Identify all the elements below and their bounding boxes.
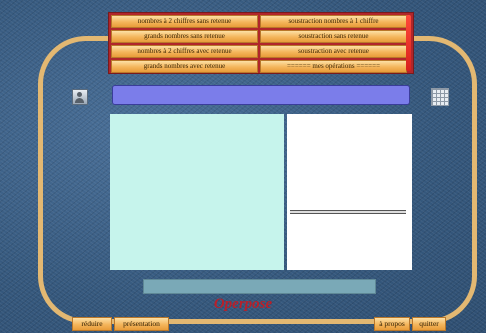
menu-item-2digit-no-carry[interactable]: nombres à 2 chiffres sans retenue <box>111 15 258 28</box>
person-icon[interactable] <box>72 89 88 105</box>
answer-bar <box>143 279 376 294</box>
grid-icon[interactable] <box>431 88 449 106</box>
menu-item-sub-carry[interactable]: soustraction avec retenue <box>260 45 407 58</box>
work-area-left[interactable] <box>110 114 284 270</box>
menu-item-2digit-carry[interactable]: nombres à 2 chiffres avec retenue <box>111 45 258 58</box>
menu-item-big-no-carry[interactable]: grands nombres sans retenue <box>111 30 258 43</box>
quit-button[interactable]: quitter <box>412 317 446 331</box>
reduce-button[interactable]: réduire <box>72 317 112 331</box>
work-area-right[interactable] <box>287 114 412 270</box>
menu-item-sub-1digit[interactable]: soustraction nombres à 1 chiffre <box>260 15 407 28</box>
presentation-button[interactable]: présentation <box>114 317 169 331</box>
menu-scrollbar[interactable] <box>406 15 411 71</box>
instruction-bar <box>112 85 410 105</box>
app-title: Operpose <box>213 296 273 312</box>
operation-line <box>290 210 406 214</box>
exercise-menu: nombres à 2 chiffres sans retenue soustr… <box>108 12 414 74</box>
menu-item-big-carry[interactable]: grands nombres avec retenue <box>111 60 258 73</box>
menu-item-sub-no-carry[interactable]: soustraction sans retenue <box>260 30 407 43</box>
menu-item-my-operations[interactable]: ====== mes opérations ====== <box>260 60 407 73</box>
about-button[interactable]: à propos <box>374 317 410 331</box>
